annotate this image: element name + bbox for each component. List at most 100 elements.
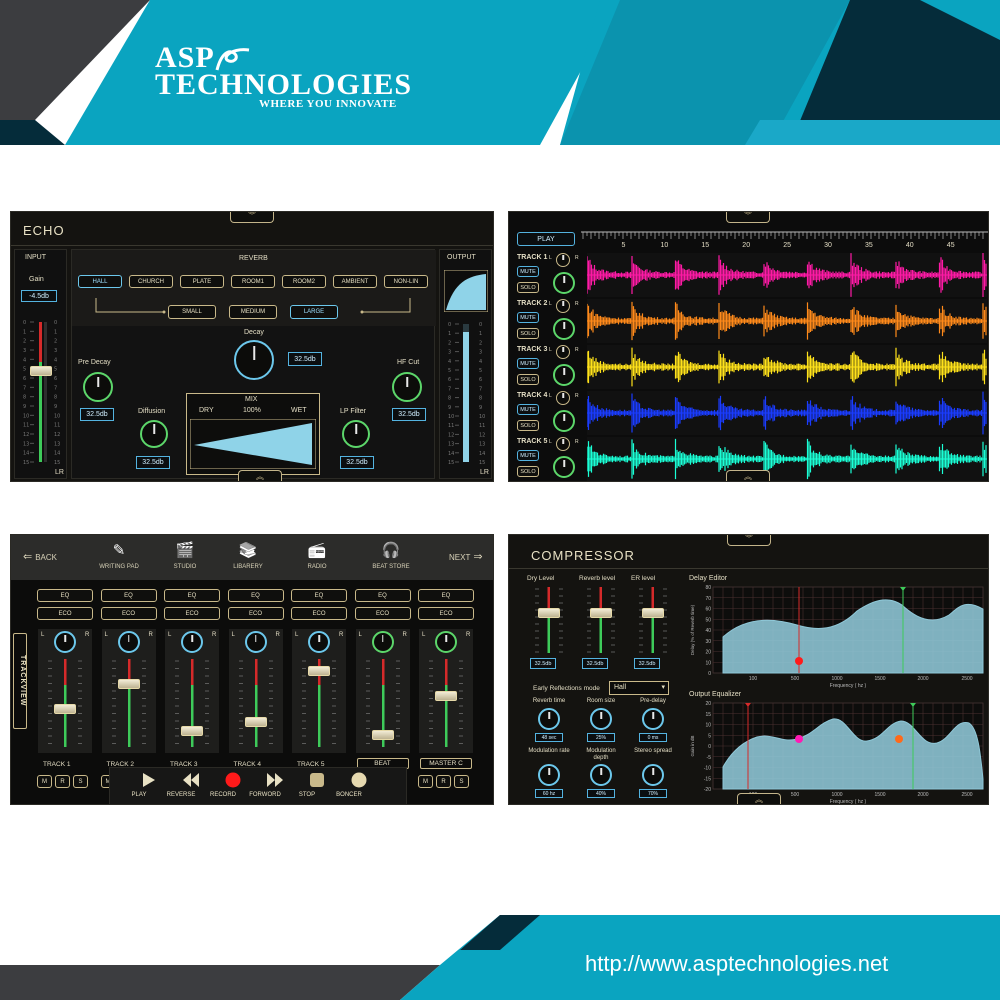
nav-item-radio[interactable]: 📻 RADIO [287,539,347,577]
gain-value[interactable]: -4.5db [21,290,57,302]
knob-value[interactable]: 48 sec [535,733,563,742]
reverb-knob[interactable] [590,708,612,730]
volume-knob[interactable] [553,318,575,340]
pan-knob[interactable] [556,299,570,313]
nav-item-libarery[interactable]: 📚 LIBARERY [218,539,278,577]
volume-knob[interactable] [553,364,575,386]
level-fader[interactable] [642,608,664,618]
channel-fader[interactable] [435,691,457,702]
eq-button[interactable]: EQ [100,589,157,602]
collapse-up-tab[interactable]: ︾ [727,535,771,546]
solo-button[interactable]: SOLO [517,328,539,339]
eco-button[interactable]: ECO [291,607,347,620]
eco-button[interactable]: ECO [418,607,474,620]
pan-knob[interactable] [308,631,330,653]
knob-value[interactable]: 60 hz [535,789,563,798]
diffusion-value[interactable]: 32.5db [136,456,170,469]
reverb-size-small[interactable]: SMALL [168,305,216,319]
channel-m-button[interactable]: M [37,775,52,788]
boncer-button[interactable]: BONCER [334,772,384,804]
reverb-knob[interactable] [642,764,664,786]
channel-m-button[interactable]: M [418,775,433,788]
mute-button[interactable]: MUTE [517,404,539,415]
solo-button[interactable]: SOLO [517,420,539,431]
pan-knob[interactable] [435,631,457,653]
nav-item-beat-store[interactable]: 🎧 BEAT STORE [361,539,421,577]
reverb-knob[interactable] [642,708,664,730]
eco-button[interactable]: ECO [100,607,157,620]
track-waveform[interactable] [587,299,987,343]
collapse-up-tab[interactable]: ︾ [726,212,770,223]
reverb-knob[interactable] [538,708,560,730]
eq-button[interactable]: EQ [354,589,411,602]
knob-value[interactable]: 70% [639,789,667,798]
knob-value[interactable]: 25% [587,733,615,742]
pre-decay-value[interactable]: 32.5db [80,408,114,421]
decay-value[interactable]: 32.5db [288,352,322,366]
reverb-size-medium[interactable]: MEDIUM [229,305,277,319]
pan-knob[interactable] [556,437,570,451]
pan-knob[interactable] [244,631,267,653]
pan-knob[interactable] [371,631,394,653]
pan-knob[interactable] [181,631,203,653]
mix-curve[interactable] [190,419,316,469]
channel-r-button[interactable]: R [436,775,451,788]
nav-item-writing-pad[interactable]: ✎ WRITING PAD [89,539,149,577]
channel-s-button[interactable]: S [73,775,88,788]
mute-button[interactable]: MUTE [517,450,539,461]
volume-knob[interactable] [553,272,575,294]
hf-cut-knob[interactable] [392,372,422,402]
channel-fader[interactable] [117,678,140,689]
back-button[interactable]: ⇐ BACK [23,552,57,563]
expand-down-tab[interactable]: ︽ [238,470,282,481]
pre-decay-knob[interactable] [83,372,113,402]
channel-r-button[interactable]: R [55,775,70,788]
pan-knob[interactable] [556,391,570,405]
input-gain-fader[interactable] [30,366,52,376]
channel-fader[interactable] [308,665,330,676]
er-mode-select[interactable]: Hall ▾ [609,681,669,695]
decay-knob[interactable] [234,340,274,380]
expand-down-tab[interactable]: ︽ [737,793,781,804]
lp-filter-knob[interactable] [342,420,370,448]
output-eq-chart[interactable]: 20151050-5-10-15-20100500100015002000250… [687,701,987,805]
eq-button[interactable]: EQ [418,589,474,602]
eco-button[interactable]: ECO [354,607,411,620]
eco-button[interactable]: ECO [37,607,93,620]
solo-button[interactable]: SOLO [517,466,539,477]
eq-button[interactable]: EQ [37,589,93,602]
volume-knob[interactable] [553,410,575,432]
track-waveform[interactable] [587,345,987,389]
pan-knob[interactable] [556,345,570,359]
track-waveform[interactable] [587,253,987,297]
mute-button[interactable]: MUTE [517,358,539,369]
trackview-tab[interactable]: TRACKVIEW [13,633,27,729]
expand-down-tab[interactable]: ︽ [726,470,770,481]
timeline-ruler[interactable]: 5 10 15 20 25 30 35 40 45 [581,231,989,251]
eq-button[interactable]: EQ [164,589,220,602]
mute-button[interactable]: MUTE [517,266,539,277]
knob-value[interactable]: 0 ms [639,733,667,742]
channel-fader[interactable] [371,730,394,741]
chart-marker[interactable] [895,735,903,743]
volume-knob[interactable] [553,456,575,478]
pan-knob[interactable] [556,253,570,267]
channel-fader[interactable] [244,717,267,728]
solo-button[interactable]: SOLO [517,282,539,293]
level-fader[interactable] [538,608,560,618]
diffusion-knob[interactable] [140,420,168,448]
channel-s-button[interactable]: S [454,775,469,788]
play-button[interactable]: PLAY [517,232,575,246]
delay-editor-chart[interactable]: 80706050403020100100 500 1000 1500 2000 2500F… [687,585,987,689]
reverb-knob[interactable] [590,764,612,786]
chart-marker[interactable] [795,657,803,665]
channel-fader[interactable] [181,725,203,736]
track-waveform[interactable] [587,437,987,481]
pan-knob[interactable] [54,631,76,653]
knob-value[interactable]: 40% [587,789,615,798]
eq-button[interactable]: EQ [291,589,347,602]
chart-marker[interactable] [795,735,803,743]
eq-button[interactable]: EQ [227,589,284,602]
slider-value[interactable]: 32.5db [634,658,660,669]
hf-cut-value[interactable]: 32.5db [392,408,426,421]
